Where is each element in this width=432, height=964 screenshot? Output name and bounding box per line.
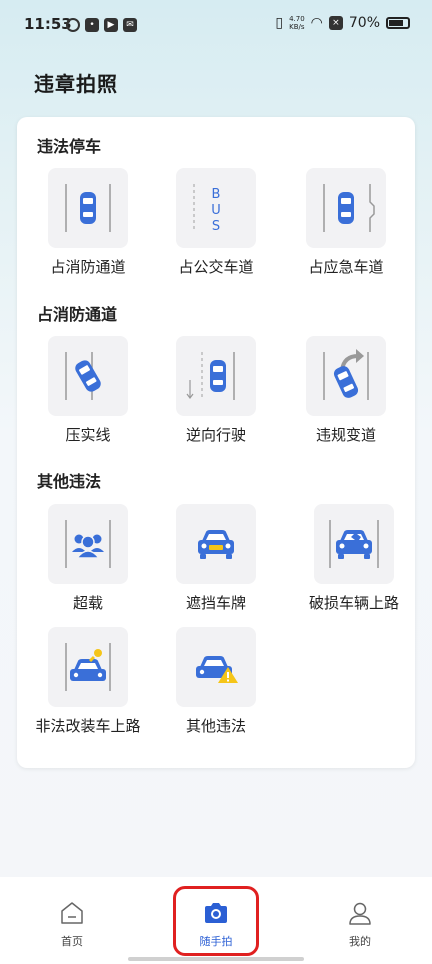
item-bus-lane[interactable]: B U S 占公交车道	[151, 168, 281, 288]
item-label: 占公交车道	[178, 258, 254, 276]
bus-letter: B	[212, 187, 221, 202]
item-label: 逆向行驶	[185, 426, 246, 444]
item-illegal-lane-change[interactable]: 违规变道	[281, 336, 411, 456]
status-time: 11:53	[24, 15, 72, 33]
notification-icons: • ▶ ✉	[66, 18, 137, 32]
covered-plate-icon	[198, 530, 234, 559]
modified-car-tile	[48, 627, 128, 707]
sync-icon	[66, 18, 80, 32]
tab-label: 我的	[349, 935, 371, 948]
overload-tile	[48, 504, 128, 584]
bus-lane-tile: B U S	[176, 168, 256, 248]
item-label: 破损车辆上路	[308, 594, 399, 612]
illegal-lane-change-icon	[323, 349, 369, 400]
item-modified-car[interactable]: 非法改装车上路	[23, 627, 153, 747]
fire-lane-tile	[48, 168, 128, 248]
car-on-solid-line-icon	[65, 352, 101, 400]
section-title-other: 其他违法	[37, 472, 102, 491]
solid-line-tile	[48, 336, 128, 416]
item-label: 遮挡车牌	[185, 594, 246, 612]
item-label: 其他违法	[185, 717, 246, 735]
battery-percent: 70%	[348, 15, 380, 31]
home-indicator[interactable]	[128, 957, 304, 961]
item-label: 非法改装车上路	[35, 717, 141, 735]
network-speed: 4.70 KB/s	[289, 15, 305, 31]
item-label: 占消防通道	[50, 258, 126, 276]
sim-off-icon: ×	[328, 16, 343, 30]
bus-letter: S	[212, 219, 220, 234]
tab-label: 首页	[61, 935, 83, 948]
user-icon	[349, 902, 371, 925]
item-overload[interactable]: 超载	[23, 504, 153, 624]
item-label: 超载	[72, 594, 103, 612]
tab-profile[interactable]: 我的	[288, 877, 432, 964]
battery-icon	[386, 17, 410, 29]
covered-plate-tile	[176, 504, 256, 584]
page-title: 违章拍照	[34, 72, 118, 96]
app-notification-icon: •	[85, 18, 99, 32]
item-label: 压实线	[65, 426, 111, 444]
bus-letter: U	[211, 203, 221, 218]
wifi-icon: ◠	[310, 15, 323, 31]
damaged-car-icon	[329, 520, 379, 568]
emergency-lane-icon	[323, 184, 375, 232]
other-violation-tile	[176, 627, 256, 707]
wrong-way-tile	[176, 336, 256, 416]
lane-change-tile	[306, 336, 386, 416]
highlight-box	[173, 886, 259, 956]
bus-lane-icon: B U S	[193, 184, 221, 234]
item-fire-lane[interactable]: 占消防通道	[23, 168, 153, 288]
status-bar: 11:53 • ▶ ✉ ▯ 4.70 KB/s ◠ × 70%	[0, 0, 432, 52]
item-label: 违规变道	[315, 426, 376, 444]
other-violation-icon	[196, 656, 238, 683]
item-wrong-way[interactable]: 逆向行驶	[151, 336, 281, 456]
item-other-violation[interactable]: 其他违法	[151, 627, 281, 747]
car-between-lanes-icon	[65, 184, 111, 232]
item-label: 占应急车道	[308, 258, 384, 276]
item-damaged-car[interactable]: 破损车辆上路	[289, 504, 419, 624]
play-store-icon: ▶	[104, 18, 118, 32]
violation-card: 违法停车 占消防通道 B U S 占公交车道 占应急车道 占消防通道 压实线 逆…	[17, 117, 415, 768]
section-title-illegal-parking: 违法停车	[37, 137, 102, 156]
wrong-way-icon	[186, 352, 235, 400]
damaged-car-tile	[314, 504, 394, 584]
tab-home[interactable]: 首页	[0, 877, 144, 964]
overload-people-icon	[65, 520, 111, 568]
item-emergency-lane[interactable]: 占应急车道	[281, 168, 411, 288]
home-icon	[61, 902, 83, 924]
status-right: ▯ 4.70 KB/s ◠ × 70%	[275, 15, 410, 31]
modified-car-icon	[65, 643, 111, 691]
item-solid-line[interactable]: 压实线	[23, 336, 153, 456]
mail-icon: ✉	[123, 18, 137, 32]
item-covered-plate[interactable]: 遮挡车牌	[151, 504, 281, 624]
vibrate-icon: ▯	[275, 15, 284, 31]
section-title-lane-violations: 占消防通道	[37, 305, 118, 324]
emergency-lane-tile	[306, 168, 386, 248]
